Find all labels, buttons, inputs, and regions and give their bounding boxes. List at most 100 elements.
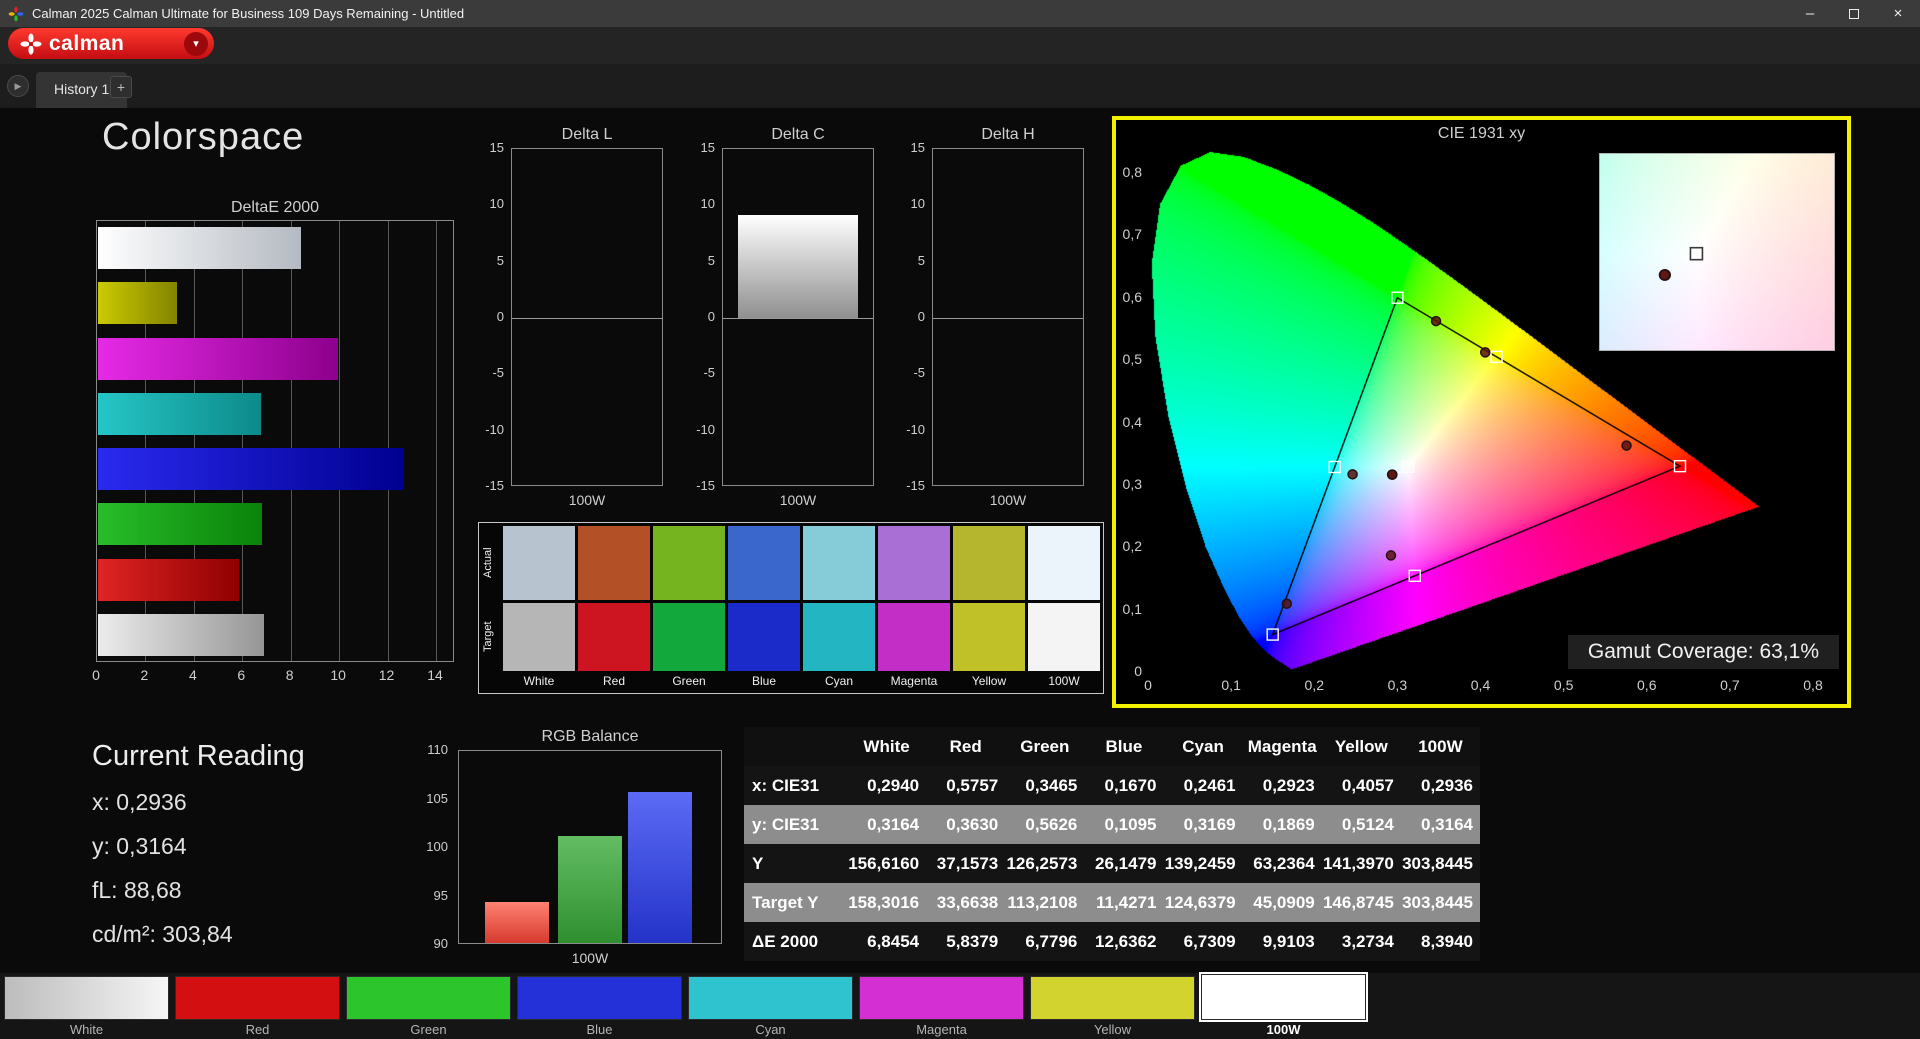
axis-tick-label: 15: [701, 140, 715, 155]
actual-swatch: [953, 526, 1025, 600]
axis-tick-label: 10: [330, 667, 346, 683]
table-cell: 6,7309: [1164, 932, 1243, 952]
measured-marker-cyan: [1348, 470, 1357, 479]
gridline: [339, 221, 340, 661]
axis-tick-label: -5: [492, 365, 504, 380]
axis-tick-label: -5: [913, 365, 925, 380]
table-cell: 0,3630: [926, 815, 1005, 835]
table-cell: 9,9103: [1243, 932, 1322, 952]
swatch-column-white: White: [503, 526, 575, 690]
pattern-button-red[interactable]: Red: [175, 976, 340, 1038]
pattern-button-magenta[interactable]: Magenta: [859, 976, 1024, 1038]
table-cell: 303,8445: [1401, 854, 1480, 874]
cie-chart-panel: CIE 1931 xy 00,10,20,30,40,50,60,70,8 00…: [1112, 116, 1851, 708]
pattern-button-label: Green: [346, 1022, 511, 1038]
table-cell: 0,3169: [1164, 815, 1243, 835]
table-row: ΔE 20006,84545,83796,779612,63626,73099,…: [744, 922, 1480, 961]
gridline: [242, 221, 243, 661]
add-tab-button[interactable]: +: [110, 76, 132, 98]
column-header: Yellow: [1322, 737, 1401, 757]
measured-marker-100w: [1388, 470, 1397, 479]
axis-tick-label: 0,1: [1221, 677, 1240, 693]
column-header: Green: [1005, 737, 1084, 757]
table-cell: 0,2461: [1164, 776, 1243, 796]
axis-tick-label: 0,3: [1123, 476, 1142, 492]
axis-tick-label: -15: [485, 478, 504, 493]
zero-line: [512, 318, 662, 319]
axis-tick-label: 6: [237, 667, 245, 683]
deltae-bar-white: [98, 614, 264, 656]
axis-tick-label: 15: [490, 140, 504, 155]
axis-tick-label: 12: [379, 667, 395, 683]
axis-tick-label: 5: [497, 253, 504, 268]
calman-pinwheel-icon: [20, 33, 42, 55]
axis-tick-label: -15: [696, 478, 715, 493]
table-cell: 0,4057: [1322, 776, 1401, 796]
table-cell: 156,6160: [847, 854, 926, 874]
axis-tick-label: 0,5: [1554, 677, 1573, 693]
axis-tick-label: 0,2: [1305, 677, 1324, 693]
axis-tick-label: 100: [426, 839, 448, 854]
cie-xticks: 00,10,20,30,40,50,60,70,8: [1148, 677, 1813, 695]
axis-tick-label: 0: [497, 309, 504, 324]
axis-tick-label: 0,4: [1123, 414, 1142, 430]
delta-l-chart: Delta L 151050-5-10-15 100W: [481, 126, 671, 526]
table-cell: 37,1573: [926, 854, 1005, 874]
swatch-column-yellow: Yellow: [953, 526, 1025, 690]
swatch-column-cyan: Cyan: [803, 526, 875, 690]
tab-scroll-button[interactable]: ▶: [7, 75, 29, 97]
pattern-button-100w[interactable]: 100W: [1201, 976, 1366, 1038]
pattern-swatch: [346, 976, 511, 1020]
actual-row-label: Actual: [482, 526, 500, 600]
target-marker-white: [1402, 461, 1413, 472]
axis-tick-label: 0,7: [1720, 677, 1739, 693]
deltae-bar-blue: [98, 448, 404, 490]
table-row: Y156,616037,1573126,257326,1479139,24596…: [744, 844, 1480, 883]
table-cell: 0,1670: [1084, 776, 1163, 796]
pattern-button-white[interactable]: White: [4, 976, 169, 1038]
table-cell: 0,2923: [1243, 776, 1322, 796]
pattern-button-yellow[interactable]: Yellow: [1030, 976, 1195, 1038]
pattern-button-blue[interactable]: Blue: [517, 976, 682, 1038]
table-cell: 0,2936: [1401, 776, 1480, 796]
deltae-bar-green: [98, 503, 262, 545]
axis-tick-label: 4: [189, 667, 197, 683]
axis-tick-label: 0,4: [1471, 677, 1490, 693]
measured-marker-red: [1622, 441, 1631, 450]
deltae2000-xticks: 02468101214: [96, 667, 454, 685]
pattern-button-label: Magenta: [859, 1022, 1024, 1038]
close-button[interactable]: ×: [1876, 0, 1920, 27]
table-cell: 8,3940: [1401, 932, 1480, 952]
axis-tick-label: 10: [701, 196, 715, 211]
axis-tick-label: 2: [141, 667, 149, 683]
pattern-button-cyan[interactable]: Cyan: [688, 976, 853, 1038]
pattern-button-label: Cyan: [688, 1022, 853, 1038]
table-cell: 146,8745: [1322, 893, 1401, 913]
table-cell: 11,4271: [1084, 893, 1163, 913]
pattern-button-label: Yellow: [1030, 1022, 1195, 1038]
actual-swatch: [1028, 526, 1100, 600]
axis-tick-label: -5: [703, 365, 715, 380]
table-cell: 139,2459: [1164, 854, 1243, 874]
swatch-label: Magenta: [878, 674, 950, 690]
reading-y: y: 0,3164: [92, 833, 305, 877]
table-cell: 6,8454: [847, 932, 926, 952]
table-cell: 0,5124: [1322, 815, 1401, 835]
maximize-button[interactable]: [1832, 0, 1876, 27]
minimize-button[interactable]: –: [1788, 0, 1832, 27]
zero-line: [933, 318, 1083, 319]
row-label: ΔE 2000: [744, 932, 847, 952]
zero-line: [723, 318, 873, 319]
swatch-label: White: [503, 674, 575, 690]
pattern-button-green[interactable]: Green: [346, 976, 511, 1038]
pattern-button-label: White: [4, 1022, 169, 1038]
rgb-bar-red: [485, 902, 549, 943]
axis-tick-label: 10: [490, 196, 504, 211]
inset-measured-marker-100w: [1660, 270, 1670, 280]
swatch-label: Green: [653, 674, 725, 690]
pattern-swatch: [4, 976, 169, 1020]
table-cell: 0,5626: [1005, 815, 1084, 835]
calman-logo-menu[interactable]: calman ▾: [8, 28, 214, 59]
reading-fl: fL: 88,68: [92, 877, 305, 921]
reading-x: x: 0,2936: [92, 789, 305, 833]
